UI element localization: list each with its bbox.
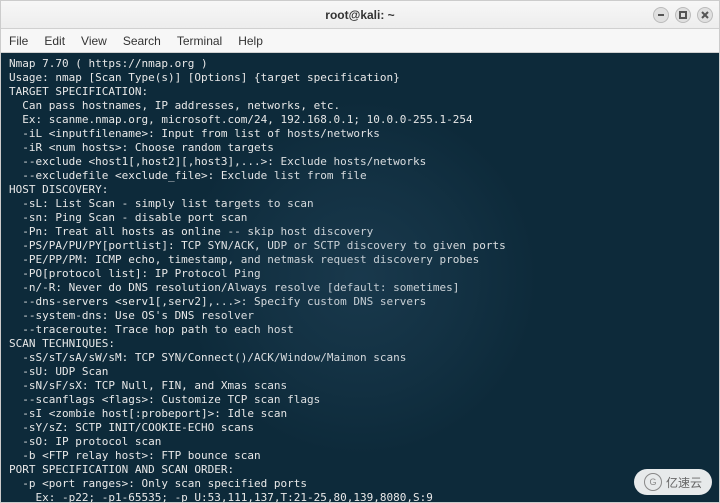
maximize-button[interactable] bbox=[675, 7, 691, 23]
watermark-text: 亿速云 bbox=[666, 474, 702, 491]
minimize-icon bbox=[657, 11, 665, 19]
watermark-logo-icon: G bbox=[644, 473, 662, 491]
minimize-button[interactable] bbox=[653, 7, 669, 23]
terminal-output[interactable]: Nmap 7.70 ( https://nmap.org ) Usage: nm… bbox=[1, 53, 719, 502]
menu-file[interactable]: File bbox=[9, 34, 28, 48]
menu-help[interactable]: Help bbox=[238, 34, 263, 48]
watermark: G 亿速云 bbox=[634, 469, 712, 495]
menu-edit[interactable]: Edit bbox=[44, 34, 65, 48]
window-controls bbox=[653, 7, 713, 23]
terminal-window: root@kali: ~ File Edit View Search Termi… bbox=[0, 0, 720, 503]
close-button[interactable] bbox=[697, 7, 713, 23]
menu-terminal[interactable]: Terminal bbox=[177, 34, 222, 48]
close-icon bbox=[701, 11, 709, 19]
menu-search[interactable]: Search bbox=[123, 34, 161, 48]
titlebar: root@kali: ~ bbox=[1, 1, 719, 29]
window-title: root@kali: ~ bbox=[1, 8, 719, 22]
maximize-icon bbox=[679, 11, 687, 19]
menu-view[interactable]: View bbox=[81, 34, 107, 48]
menubar: File Edit View Search Terminal Help bbox=[1, 29, 719, 53]
